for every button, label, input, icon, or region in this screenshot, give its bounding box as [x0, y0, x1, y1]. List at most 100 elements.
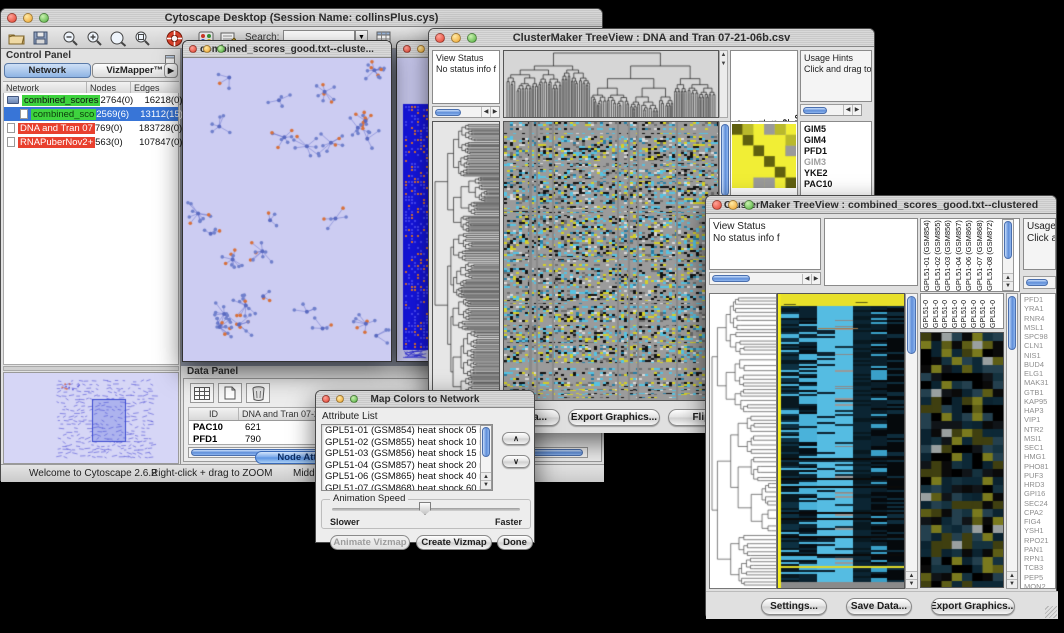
gene-name[interactable]: MSL1	[1024, 323, 1055, 332]
row-dendrogram[interactable]	[709, 293, 777, 589]
gene-name[interactable]: BUD4	[1024, 360, 1055, 369]
open-folder-icon[interactable]	[5, 29, 27, 47]
network-row[interactable]: RNAPuberNov2+ 563(0) 107847(0)	[4, 135, 178, 149]
attribute-item[interactable]: GPL51-02 (GSM855) heat shock 10 min	[322, 437, 492, 449]
move-down-button[interactable]: ∨	[502, 455, 530, 468]
gene-name[interactable]: ELG1	[1024, 369, 1055, 378]
gene-name[interactable]: NTR2	[1024, 425, 1055, 434]
gene-name[interactable]: PUF3	[1024, 471, 1055, 480]
scroll-left-icon[interactable]: ◀	[481, 107, 490, 117]
scroll-right-icon[interactable]: ▶	[852, 105, 861, 115]
vscroll-thumb[interactable]	[907, 296, 916, 354]
attribute-item[interactable]: GPL51-06 (GSM865) heat shock 40 min	[322, 471, 492, 483]
vscroll-thumb[interactable]	[721, 124, 729, 196]
scroll-down-icon[interactable]: ▼	[906, 579, 917, 588]
gene-name[interactable]: KAP95	[1024, 397, 1055, 406]
gene-name[interactable]: SPC98	[1024, 332, 1055, 341]
zoom-window-icon[interactable]	[467, 33, 477, 43]
zoom-selected-icon[interactable]	[131, 29, 153, 47]
zoom-fit-icon[interactable]	[107, 29, 129, 47]
gene-name[interactable]: MAK31	[1024, 378, 1055, 387]
done-button[interactable]: Done	[497, 535, 533, 550]
attribute-item[interactable]: GPL51-07 (GSM868) heat shock 60 min	[322, 483, 492, 492]
heatmap-vscrollbar[interactable]: ▲ ▼	[905, 293, 918, 589]
gene-name[interactable]: PHO81	[1024, 462, 1055, 471]
dialog-titlebar[interactable]: Map Colors to Network	[316, 391, 534, 408]
gene-name[interactable]: TCB3	[1024, 563, 1055, 572]
scroll-down-icon[interactable]: ▼	[1007, 579, 1017, 588]
gene-name[interactable]: PAN1	[1024, 545, 1055, 554]
attribute-list-vscrollbar[interactable]: ▲ ▼	[480, 425, 492, 490]
animation-slider-thumb[interactable]	[419, 502, 431, 515]
zoom-window-icon[interactable]	[744, 200, 754, 210]
gene-name[interactable]: SEC1	[1024, 443, 1055, 452]
heatmap-main[interactable]	[503, 121, 719, 401]
attribute-item[interactable]: GPL51-01 (GSM854) heat shock 05 min	[322, 425, 492, 437]
scroll-left-icon[interactable]: ◀	[843, 105, 852, 115]
data-col-id[interactable]: ID	[189, 408, 239, 420]
zoom-window-icon[interactable]	[217, 45, 225, 53]
gene-name[interactable]: MSI1	[1024, 434, 1055, 443]
save-data-button[interactable]: Save Data...	[846, 598, 912, 615]
zoom-vscrollbar[interactable]: ▲ ▼	[1006, 293, 1018, 589]
treeview-combined-titlebar[interactable]: ClusterMaker TreeView : combined_scores_…	[706, 196, 1056, 214]
zoom-in-icon[interactable]	[83, 29, 105, 47]
animate-vizmap-button[interactable]: Animate Vizmap	[330, 535, 410, 550]
close-icon[interactable]	[7, 13, 17, 23]
network-row[interactable]: combined_scores 2764(0) 16218(0)	[4, 93, 178, 107]
gene-name[interactable]: RPN1	[1024, 554, 1055, 563]
gene-name[interactable]: RPO21	[1024, 536, 1055, 545]
gene-name[interactable]: CLN1	[1024, 341, 1055, 350]
network-row[interactable]: combined_sco 2569(6) 13112(15)	[4, 107, 178, 121]
zoom-window-icon[interactable]	[350, 395, 358, 403]
view-status-hscrollbar[interactable]: ◀ ▶	[709, 272, 821, 285]
scroll-right-icon[interactable]: ▶	[490, 107, 499, 117]
gene-name[interactable]: HRD3	[1024, 480, 1055, 489]
table-grid-icon[interactable]	[190, 383, 214, 403]
save-icon[interactable]	[29, 29, 51, 47]
settings-button[interactable]: Settings...	[761, 598, 827, 615]
minimize-icon[interactable]	[203, 45, 211, 53]
scroll-right-icon[interactable]: ▶	[811, 274, 820, 284]
summary-heatmap[interactable]	[732, 124, 796, 188]
create-vizmap-button[interactable]: Create Vizmap	[416, 535, 492, 550]
gene-name[interactable]: GTB1	[1024, 388, 1055, 397]
zoom-out-icon[interactable]	[59, 29, 81, 47]
zoom-window-icon[interactable]	[39, 13, 49, 23]
heatmap-main[interactable]	[777, 293, 905, 589]
close-icon[interactable]	[189, 45, 197, 53]
close-icon[interactable]	[712, 200, 722, 210]
gene-name[interactable]: RNR4	[1024, 314, 1055, 323]
column-dendrogram[interactable]	[503, 50, 719, 118]
attribute-item[interactable]: GPL51-04 (GSM857) heat shock 20 min	[322, 460, 492, 472]
new-attribute-icon[interactable]	[218, 383, 242, 403]
view-status-hscrollbar[interactable]: ◀ ▶	[432, 106, 500, 118]
column-dendrogram-area[interactable]	[824, 218, 918, 286]
column-labels-vscrollbar[interactable]: ▲ ▼	[1002, 219, 1014, 291]
scroll-left-icon[interactable]: ◀	[802, 274, 811, 284]
heatmap-zoomed[interactable]	[920, 332, 1004, 588]
network-view-canvas[interactable]	[183, 58, 391, 361]
row-dendrogram[interactable]	[432, 121, 500, 401]
trash-icon[interactable]	[246, 383, 270, 403]
network-view-titlebar[interactable]: combined_scores_good.txt--cluste...	[183, 41, 391, 58]
close-icon[interactable]	[322, 395, 330, 403]
gene-name[interactable]: SEC24	[1024, 499, 1055, 508]
close-icon[interactable]	[435, 33, 445, 43]
gene-name[interactable]: YRA1	[1024, 304, 1055, 313]
gene-name[interactable]: HAP3	[1024, 406, 1055, 415]
main-titlebar[interactable]: Cytoscape Desktop (Session Name: collins…	[1, 9, 602, 27]
gene-name[interactable]: GPI16	[1024, 489, 1055, 498]
gene-name[interactable]: PFD1	[1024, 295, 1055, 304]
vscroll-thumb[interactable]	[1008, 296, 1016, 350]
export-graphics-button[interactable]: Export Graphics...	[931, 598, 1015, 615]
resize-grip[interactable]	[1045, 606, 1057, 618]
scroll-down-icon[interactable]: ▼	[1003, 281, 1013, 290]
gene-name[interactable]: MON2	[1024, 582, 1055, 589]
vscroll-thumb[interactable]	[482, 427, 490, 457]
scroll-down-icon[interactable]: ▼	[481, 480, 491, 489]
minimize-icon[interactable]	[336, 395, 344, 403]
attribute-item[interactable]: GPL51-03 (GSM856) heat shock 15 min	[322, 448, 492, 460]
treeview-dna-titlebar[interactable]: ClusterMaker TreeView : DNA and Tran 07-…	[429, 29, 874, 47]
more-tabs-icon[interactable]: ▶	[164, 63, 178, 78]
